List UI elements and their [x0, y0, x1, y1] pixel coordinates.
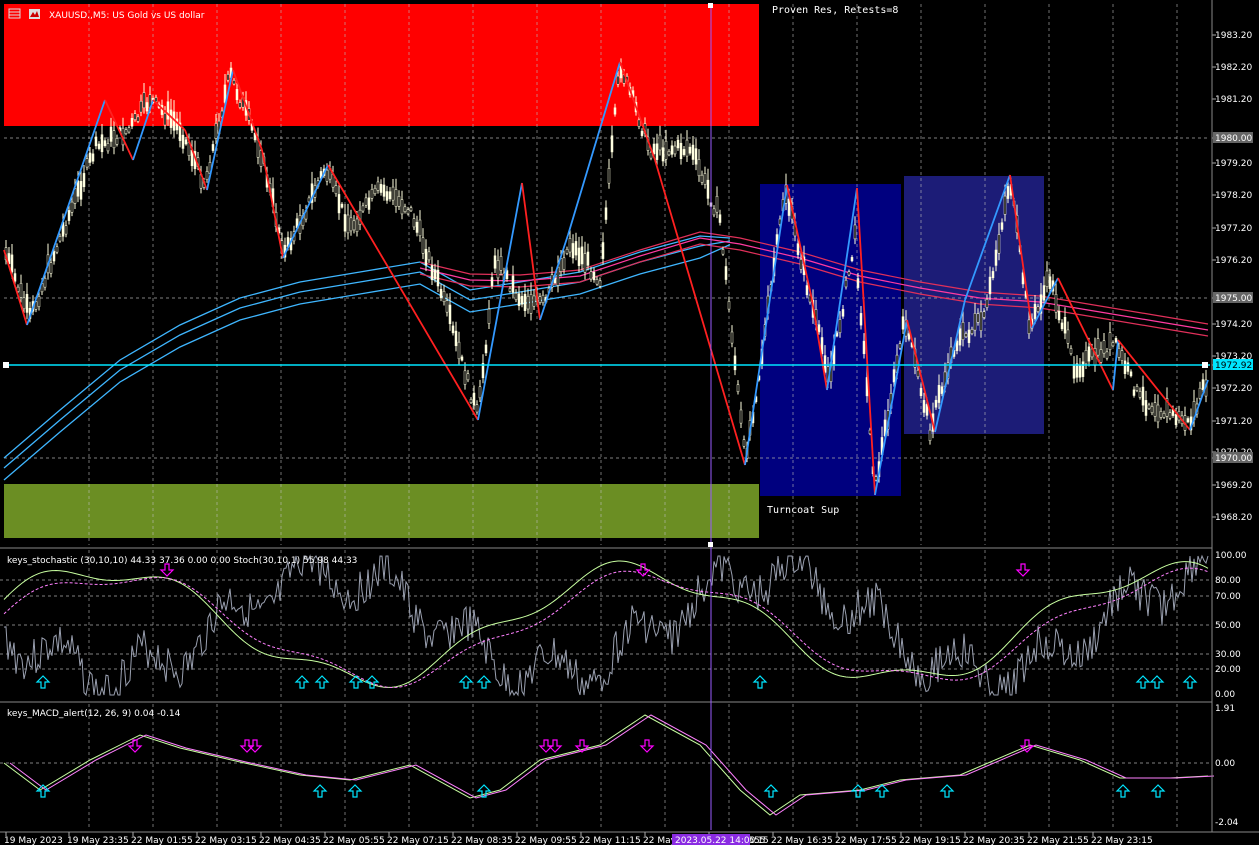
time-label: 22 May 07:15 — [387, 836, 449, 845]
price-label: 1969.20 — [1215, 481, 1252, 491]
time-label: 22 May 23:15 — [1091, 836, 1153, 845]
turncoat-sup-label: Turncoat Sup — [767, 505, 839, 516]
range-box-1 — [760, 184, 901, 496]
price-label: 1970.00 — [1215, 454, 1252, 464]
time-label: 19 May 2023 — [4, 836, 63, 845]
time-label: 19 May 23:35 — [67, 836, 129, 845]
time-label: 22 May 16:35 — [771, 836, 833, 845]
macd-title: keys_MACD_alert(12, 26, 9) 0.04 -0.14 — [7, 709, 181, 719]
price-label: 1971.20 — [1215, 417, 1252, 427]
time-label: 22 May 08:35 — [451, 836, 513, 845]
stoch-level-label: 30.00 — [1215, 650, 1241, 660]
proven-resistance-zone — [4, 4, 759, 126]
time-label: 22 May 04:35 — [259, 836, 321, 845]
chart-canvas[interactable]: XAUUSD.,M5: US Gold vs US dollar Proven … — [0, 0, 1259, 845]
stoch-level-label: 0.00 — [1215, 690, 1235, 700]
time-label: 22 May 17:55 — [835, 836, 897, 845]
time-label: 22 May — [643, 836, 677, 845]
price-line-handle-left[interactable] — [3, 362, 9, 368]
price-label: 1977.20 — [1215, 224, 1252, 234]
price-label: 1972.20 — [1215, 384, 1252, 394]
price-label: 1980.00 — [1215, 134, 1252, 144]
price-line-handle-right[interactable] — [1202, 362, 1208, 368]
price-label: 1974.20 — [1215, 320, 1252, 330]
symbol-title: XAUUSD.,M5: US Gold vs US dollar — [49, 11, 205, 21]
time-label: 22 May 03:15 — [195, 836, 257, 845]
proven-res-label: Proven Res, Retests=8 — [772, 5, 898, 16]
price-label: 1983.20 — [1215, 31, 1252, 41]
price-label: 1978.20 — [1215, 191, 1252, 201]
time-label: 22 May 20:35 — [963, 836, 1025, 845]
price-label: 1972.92 — [1215, 361, 1252, 371]
price-label: 1981.20 — [1215, 95, 1252, 105]
time-highlight-suffix: :55 — [751, 836, 765, 845]
time-highlight: 2023.05.22 14:00 — [675, 836, 756, 845]
time-label: 22 May 11:15 — [579, 836, 641, 845]
stoch-level-label: 20.00 — [1215, 665, 1241, 675]
macd-level-label: 0.00 — [1215, 759, 1235, 769]
stoch-level-label: 100.00 — [1215, 551, 1247, 561]
stoch-level-label: 70.00 — [1215, 592, 1241, 602]
stochastic-title: keys_stochastic (30,10,10) 44.33 37.36 0… — [7, 556, 357, 566]
price-label: 1982.20 — [1215, 63, 1252, 73]
price-label: 1976.20 — [1215, 256, 1252, 266]
stoch-level-label: 80.00 — [1215, 576, 1241, 586]
price-label: 1975.00 — [1215, 294, 1252, 304]
macd-level-label: -2.04 — [1215, 818, 1239, 828]
time-label: 22 May 01:55 — [131, 836, 193, 845]
time-label: 22 May 09:55 — [515, 836, 577, 845]
time-label: 22 May 19:15 — [899, 836, 961, 845]
turncoat-support-zone — [4, 484, 759, 538]
time-label: 22 May 21:55 — [1027, 836, 1089, 845]
chart-window-icon[interactable] — [29, 9, 40, 19]
macd-level-label: 1.91 — [1215, 704, 1235, 714]
price-label: 1979.20 — [1215, 159, 1252, 169]
time-label: 22 May 05:55 — [323, 836, 385, 845]
stoch-level-label: 50.00 — [1215, 621, 1241, 631]
price-label: 1968.20 — [1215, 513, 1252, 523]
